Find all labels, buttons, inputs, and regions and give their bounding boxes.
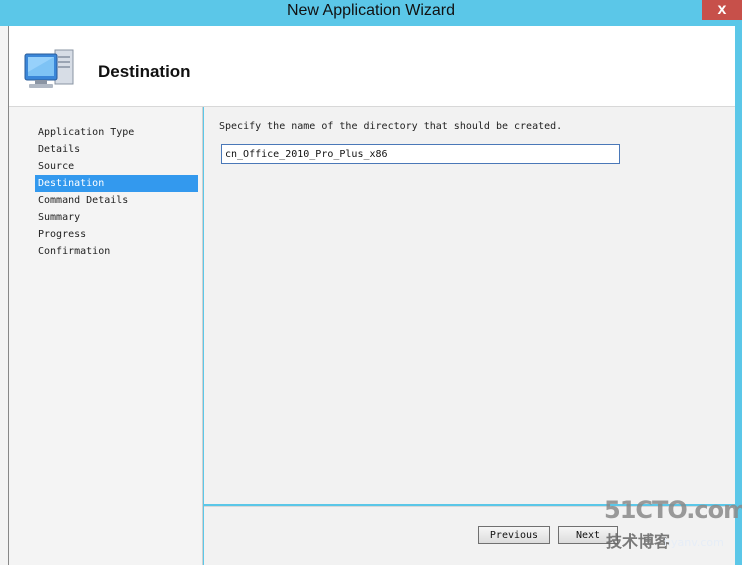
desktop-background: [0, 26, 9, 565]
step-application-type[interactable]: Application Type: [35, 124, 198, 141]
title-bar[interactable]: New Application Wizard x: [0, 0, 742, 26]
computer-icon: [24, 49, 74, 88]
step-progress[interactable]: Progress: [35, 226, 198, 243]
window-border: [735, 26, 742, 565]
step-details[interactable]: Details: [35, 141, 198, 158]
wizard-window: New Application Wizard x Destination App…: [0, 0, 742, 565]
watermark-url: hyanv.com: [664, 536, 724, 549]
instruction-text: Specify the name of the directory that s…: [219, 121, 563, 132]
directory-name-input[interactable]: [221, 144, 620, 164]
step-summary[interactable]: Summary: [35, 209, 198, 226]
step-destination[interactable]: Destination: [35, 175, 198, 192]
page-title: Destination: [98, 62, 191, 81]
wizard-header: Destination: [9, 26, 735, 107]
watermark-text: 51CTO.com: [604, 496, 742, 524]
content-pane: Specify the name of the directory that s…: [204, 107, 735, 504]
watermark-subtext: 技术博客: [606, 532, 671, 551]
close-icon: x: [717, 1, 727, 18]
steps-pane: Application Type Details Source Destinat…: [9, 107, 203, 565]
previous-button[interactable]: Previous: [478, 526, 550, 544]
window-title: New Application Wizard: [286, 2, 456, 19]
step-list: Application Type Details Source Destinat…: [35, 124, 198, 260]
close-button[interactable]: x: [702, 0, 742, 20]
step-confirmation[interactable]: Confirmation: [35, 243, 198, 260]
step-command-details[interactable]: Command Details: [35, 192, 198, 209]
watermark: 51CTO.com 技术博客 hyanv.com: [604, 496, 742, 565]
step-source[interactable]: Source: [35, 158, 198, 175]
